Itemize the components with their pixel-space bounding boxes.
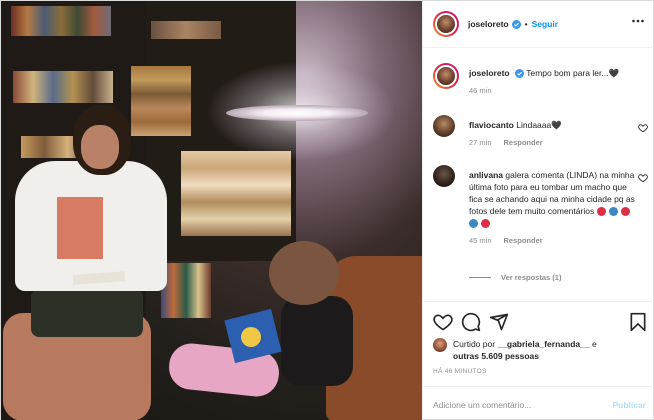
- caption-username[interactable]: joseloreto: [469, 68, 510, 78]
- shirt-print: [57, 197, 103, 259]
- comment-text: Lindaaaa: [516, 120, 552, 130]
- sunflower-cover: [241, 327, 261, 347]
- comment-body: flaviocanto Lindaaaa🖤 27 min Responder: [469, 119, 637, 149]
- author-username[interactable]: joseloreto: [468, 19, 509, 29]
- post-photo[interactable]: [1, 1, 422, 420]
- author-avatar[interactable]: [433, 11, 459, 37]
- comment-icon[interactable]: [461, 312, 481, 332]
- post-actions: Curtido por __gabriela_fernanda__ e outr…: [423, 301, 654, 420]
- books-row: [13, 71, 113, 103]
- books-stack: [181, 151, 291, 236]
- bookmark-icon[interactable]: [628, 312, 648, 332]
- more-icon[interactable]: [632, 19, 644, 23]
- red-circle-emoji: [481, 219, 490, 229]
- comment-body: anlivana galera comenta (LINDA) na minha…: [469, 169, 637, 247]
- comment-time[interactable]: 45 min: [469, 235, 492, 247]
- reply-button[interactable]: Responder: [504, 137, 543, 149]
- likes-prefix: Curtido por: [453, 339, 496, 349]
- instagram-post: joseloreto • Seguir joseloreto Tempo bom…: [0, 0, 654, 420]
- likes-connector: e: [591, 339, 597, 349]
- books-stack: [131, 66, 191, 136]
- verified-badge-icon: [515, 69, 524, 79]
- liker-username[interactable]: __gabriela_fernanda__: [497, 339, 589, 349]
- heart-icon[interactable]: [433, 312, 453, 332]
- add-comment-bar: Publicar: [423, 386, 654, 420]
- likes-summary: Curtido por __gabriela_fernanda__ e outr…: [433, 338, 648, 362]
- publish-button[interactable]: Publicar: [612, 400, 646, 410]
- black-heart-emoji: 🖤: [551, 120, 562, 130]
- blue-circle-emoji: [608, 207, 618, 217]
- person-face: [81, 125, 119, 169]
- like-comment-heart-icon[interactable]: [638, 173, 648, 183]
- comment-username[interactable]: flaviocanto: [469, 120, 514, 130]
- view-replies-button[interactable]: Ver respostas (1): [469, 273, 561, 282]
- comment-item: flaviocanto Lindaaaa🖤 27 min Responder: [433, 115, 648, 155]
- share-icon[interactable]: [489, 312, 509, 332]
- child-body: [281, 296, 353, 386]
- likes-text: Curtido por __gabriela_fernanda__ e outr…: [453, 338, 597, 362]
- liker-avatar[interactable]: [433, 338, 447, 352]
- like-comment-heart-icon[interactable]: [638, 123, 648, 133]
- child-head: [269, 241, 339, 305]
- likes-others[interactable]: outras 5.609 pessoas: [453, 351, 539, 361]
- post-sidebar: joseloreto • Seguir joseloreto Tempo bom…: [422, 1, 654, 420]
- comment-time[interactable]: 27 min: [469, 137, 492, 149]
- replies-divider: [469, 277, 491, 278]
- books-row: [161, 263, 211, 318]
- view-replies-label: Ver respostas (1): [501, 273, 562, 282]
- post-timestamp[interactable]: HÁ 46 MINUTOS: [433, 368, 487, 375]
- comment-input[interactable]: [433, 399, 613, 410]
- blue-circle-emoji: [469, 219, 478, 229]
- comment-meta: 45 min Responder: [469, 235, 637, 247]
- red-circle-emoji: [620, 207, 630, 217]
- separator-dot: •: [524, 19, 528, 29]
- comment-meta: 27 min Responder: [469, 137, 637, 149]
- caption-time[interactable]: 46 min: [469, 85, 492, 97]
- post-header: joseloreto • Seguir: [423, 1, 654, 48]
- verified-badge-icon: [511, 19, 521, 29]
- black-heart-emoji: 🖤: [608, 68, 620, 78]
- pendant-lamp: [226, 105, 368, 121]
- comment-avatar[interactable]: [433, 165, 455, 187]
- caption-avatar[interactable]: [433, 63, 459, 89]
- caption: joseloreto Tempo bom para ler...🖤 46 min: [433, 63, 648, 103]
- books-row: [11, 6, 111, 36]
- comment-username[interactable]: anlivana: [469, 170, 503, 180]
- comment-avatar[interactable]: [433, 115, 455, 137]
- follow-button[interactable]: Seguir: [532, 19, 558, 29]
- reply-button[interactable]: Responder: [504, 235, 543, 247]
- caption-meta: 46 min: [469, 85, 637, 97]
- comments-list: joseloreto Tempo bom para ler...🖤 46 min…: [423, 49, 654, 301]
- person-shorts: [31, 289, 143, 337]
- red-circle-emoji: [596, 207, 606, 217]
- caption-text: Tempo bom para ler...: [526, 68, 609, 78]
- caption-body: joseloreto Tempo bom para ler...🖤 46 min: [469, 67, 637, 97]
- books-row: [151, 21, 221, 39]
